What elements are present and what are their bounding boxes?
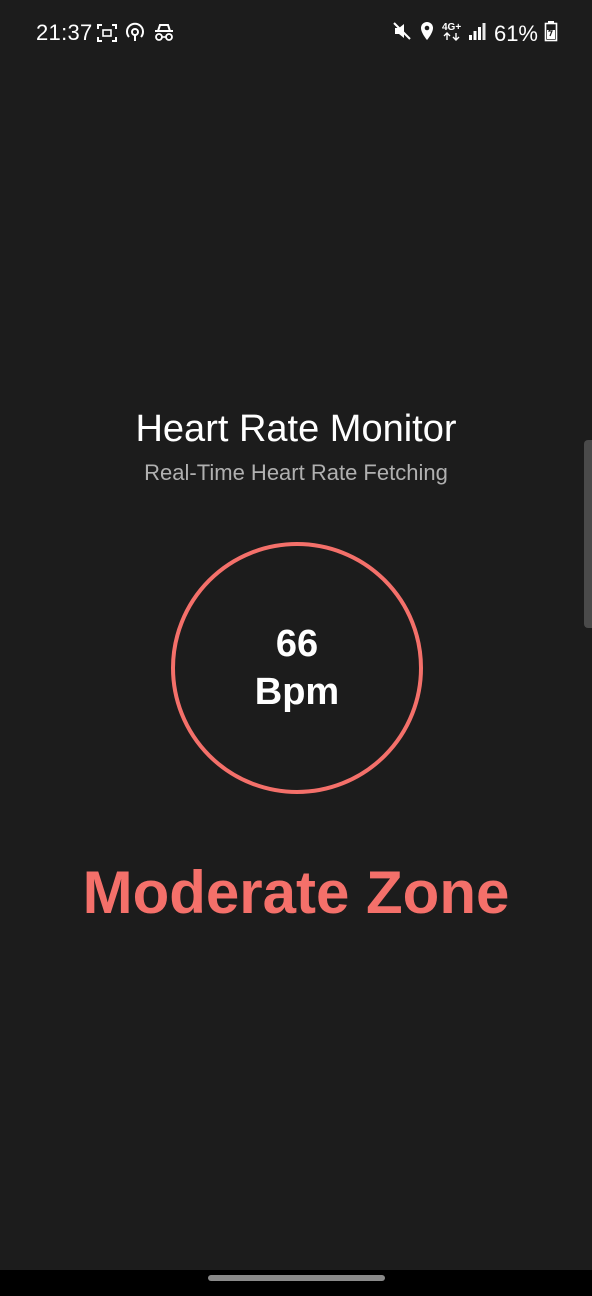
page-title: Heart Rate Monitor: [135, 408, 457, 450]
status-right: 4G+ 61%: [392, 20, 558, 47]
heart-rate-ring: 66 Bpm: [171, 542, 423, 794]
screenshot-icon: [96, 22, 118, 49]
network-type-label: 4G+: [442, 22, 461, 33]
navigation-bar: [0, 1270, 592, 1296]
signal-icon: [468, 20, 486, 47]
heart-rate-zone: Moderate Zone: [82, 859, 510, 926]
page-subtitle: Real-Time Heart Rate Fetching: [144, 460, 448, 485]
mute-icon: [392, 20, 412, 47]
battery-percentage: 61%: [493, 20, 538, 46]
location-icon: [418, 20, 436, 47]
status-left-icons: [96, 22, 176, 49]
incognito-icon: [152, 22, 176, 49]
app-screen: 21:37 4G+ 61% Heart Rate Monitor Real-Ti…: [0, 0, 592, 1270]
status-bar: 21:37 4G+ 61%: [0, 0, 592, 68]
network-icon: 4G+: [442, 20, 462, 47]
status-time: 21:37: [36, 20, 93, 45]
bpm-unit: Bpm: [254, 671, 340, 713]
home-gesture-bar[interactable]: [208, 1275, 385, 1281]
location-sharing-icon: [124, 22, 146, 49]
bpm-value: 66: [275, 623, 319, 665]
battery-icon: [544, 20, 558, 47]
